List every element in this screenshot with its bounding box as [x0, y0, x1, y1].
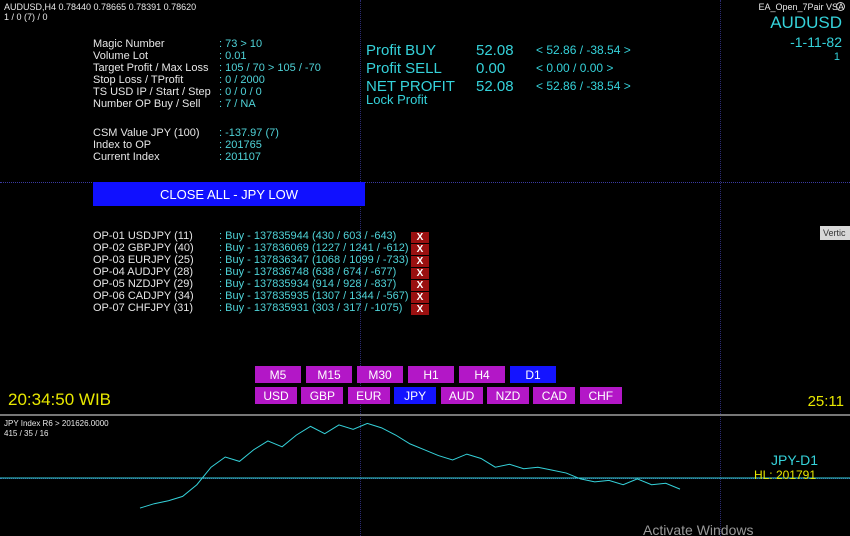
ea-smiley-icon: [836, 2, 845, 11]
setting-label: TS USD IP / Start / Step: [93, 86, 211, 98]
setting-value: : 0 / 2000: [219, 74, 265, 86]
profit-label: Profit BUY: [366, 42, 437, 59]
close-order-button[interactable]: X: [411, 304, 429, 315]
setting-label: Number OP Buy / Sell: [93, 98, 201, 110]
currency-gbp-button[interactable]: GBP: [301, 387, 344, 404]
index-value: : 201107: [219, 151, 262, 163]
currency-cad-button[interactable]: CAD: [533, 387, 576, 404]
hl-label: HL: 201791: [753, 468, 816, 482]
order-details: : Buy - 137835931 (303 / 317 / -1075): [219, 302, 403, 314]
close-order-button[interactable]: X: [411, 280, 429, 291]
setting-label: Target Profit / Max Loss: [93, 62, 209, 74]
close-all-button[interactable]: CLOSE ALL - JPY LOW: [93, 182, 365, 206]
order-name: OP-05 NZDJPY (29): [93, 278, 194, 290]
order-name: OP-04 AUDJPY (28): [93, 266, 194, 278]
order-name: OP-02 GBPJPY (40): [93, 242, 194, 254]
chart-sub-line: 1 / 0 (7) / 0: [4, 12, 48, 22]
order-details: : Buy - 137836748 (638 / 674 / -677): [219, 266, 397, 278]
order-name: OP-06 CADJPY (34): [93, 290, 194, 302]
order-details: : Buy - 137835934 (914 / 928 / -837): [219, 278, 397, 290]
setting-value: : 73 > 10: [219, 38, 263, 50]
currency-jpy-button[interactable]: JPY: [394, 387, 437, 404]
setting-value: : 105 / 70 > 105 / -70: [219, 62, 321, 74]
timeframe-m5-button[interactable]: M5: [255, 366, 301, 383]
currency-usd-button[interactable]: USD: [255, 387, 297, 404]
close-order-button[interactable]: X: [411, 244, 429, 255]
jpy-index-chart: [0, 422, 850, 509]
ea-name: EA_Open_7Pair VSA: [758, 2, 844, 12]
currency-chf-button[interactable]: CHF: [579, 387, 622, 404]
close-order-button[interactable]: X: [411, 268, 429, 279]
activation-watermark: Activate Windows: [643, 522, 754, 536]
vertical-line-tag: Vertic: [820, 226, 850, 240]
order-details: : Buy - 137836347 (1068 / 1099 / -733): [219, 254, 409, 266]
chart-symbol-line: AUDUSD,H4 0.78440 0.78665 0.78391 0.7862…: [4, 2, 197, 12]
timeframe-h1-button[interactable]: H1: [408, 366, 454, 383]
currency-aud-button[interactable]: AUD: [440, 387, 483, 404]
pair-title: AUDUSD: [770, 13, 842, 32]
setting-value: : 0.01: [219, 50, 247, 62]
profit-range: < 52.86 / -38.54 >: [536, 43, 631, 57]
profit-range: < 52.86 / -38.54 >: [536, 79, 631, 93]
date-text: -1-11-82: [790, 34, 842, 50]
close-order-button[interactable]: X: [411, 256, 429, 267]
setting-value: : 7 / NA: [219, 98, 256, 110]
bar-countdown: 25:11: [807, 393, 844, 410]
subwindow-label: JPY-D1: [771, 452, 818, 468]
timeframe-h4-button[interactable]: H4: [459, 366, 505, 383]
profit-value: 52.08: [476, 78, 514, 95]
order-details: : Buy - 137835935 (1307 / 1344 / -567): [219, 290, 409, 302]
index-label: Index to OP: [93, 139, 152, 151]
index-series-line: [139, 422, 681, 509]
setting-label: Magic Number: [93, 38, 165, 50]
index-label: CSM Value JPY (100): [93, 127, 200, 139]
currency-eur-button[interactable]: EUR: [347, 387, 390, 404]
profit-value: 52.08: [476, 42, 514, 59]
profit-label: Profit SELL: [366, 60, 442, 77]
order-name: OP-03 EURJPY (25): [93, 254, 194, 266]
index-label: Current Index: [93, 151, 160, 163]
close-order-button[interactable]: X: [411, 232, 429, 243]
counter-text: 1: [833, 51, 840, 63]
index-value: : -137.97 (7): [219, 127, 279, 139]
timeframe-m15-button[interactable]: M15: [306, 366, 352, 383]
currency-nzd-button[interactable]: NZD: [487, 387, 529, 404]
order-details: : Buy - 137835944 (430 / 603 / -643): [219, 230, 397, 242]
index-value: : 201765: [219, 139, 262, 151]
setting-label: Stop Loss / TProfit: [93, 74, 184, 86]
setting-value: : 0 / 0 / 0: [219, 86, 262, 98]
setting-label: Volume Lot: [93, 50, 149, 62]
local-clock: 20:34:50 WIB: [8, 390, 112, 409]
lock-profit-label: Lock Profit: [366, 92, 428, 107]
close-order-button[interactable]: X: [411, 292, 429, 303]
order-details: : Buy - 137836069 (1227 / 1241 / -612): [219, 242, 409, 254]
profit-value: 0.00: [476, 60, 506, 77]
profit-range: < 0.00 / 0.00 >: [536, 61, 614, 75]
timeframe-d1-button[interactable]: D1: [510, 366, 556, 383]
order-name: OP-01 USDJPY (11): [93, 230, 193, 242]
timeframe-m30-button[interactable]: M30: [357, 366, 403, 383]
order-name: OP-07 CHFJPY (31): [93, 302, 194, 314]
